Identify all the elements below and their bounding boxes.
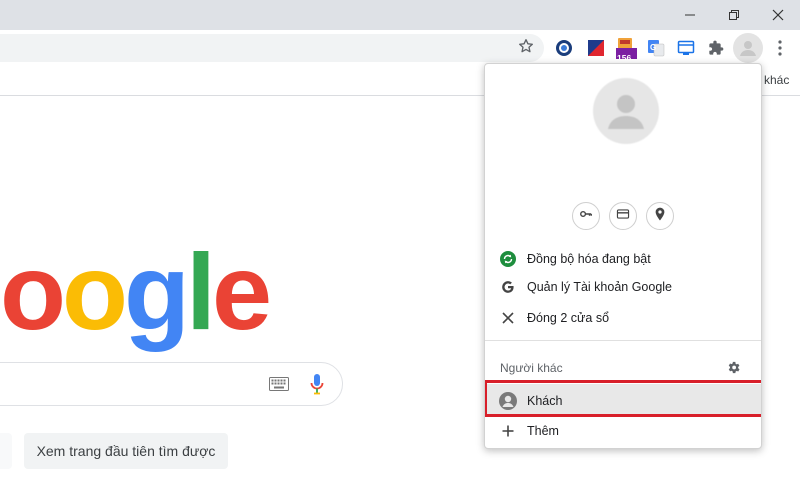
logo-letter: o [61,231,128,352]
kebab-menu-icon[interactable] [768,36,792,60]
restore-icon[interactable] [712,0,756,30]
address-bar[interactable] [0,34,544,62]
guest-avatar-icon [499,391,517,410]
addresses-button[interactable] [646,202,674,230]
profile-avatar-button[interactable] [733,33,763,63]
extension-monitor-icon[interactable] [674,36,698,60]
add-profile-label: Thêm [527,424,559,438]
other-people-heading: Người khác [500,361,563,375]
profile-avatar [593,78,659,144]
google-logo: oogle [0,231,272,352]
passwords-button[interactable] [572,202,600,230]
plus-icon [499,422,517,440]
search-input[interactable] [0,362,343,406]
extension-blue-circle-icon[interactable] [552,36,576,60]
gear-icon[interactable] [723,357,743,377]
close-windows-label: Đóng 2 cửa sổ [527,311,610,325]
other-bookmarks-link[interactable]: khác [764,73,789,87]
guest-label: Khách [527,393,563,408]
sync-status-item[interactable]: Đồng bộ hóa đang bật [485,244,761,274]
profile-menu: Đồng bộ hóa đang bật Quản lý Tài khoản G… [484,63,762,449]
close-icon [499,309,517,327]
close-windows-item[interactable]: Đóng 2 cửa sổ [485,303,761,333]
extension-badge-icon[interactable]: 156 [614,36,638,63]
guest-profile-item[interactable]: Khách [485,384,761,417]
puzzle-icon[interactable] [704,36,728,60]
google-g-icon [499,278,517,296]
title-bar [0,0,800,30]
logo-letter: e [211,231,272,352]
extension-badge-count: 156 [617,53,632,63]
logo-letter: l [185,231,216,352]
manage-google-account-label: Quản lý Tài khoản Google [527,280,673,294]
payment-methods-button[interactable] [609,202,637,230]
minimize-icon[interactable] [668,0,712,30]
divider [485,340,761,341]
keyboard-icon[interactable] [267,373,291,395]
svg-text:G: G [650,43,656,52]
close-icon[interactable] [756,0,800,30]
browser-window: 156 G khác oogle Xem trang đầu tiên tìm … [0,0,800,480]
add-profile-item[interactable]: Thêm [485,416,761,446]
logo-letter: o [0,231,66,352]
logo-letter: g [123,231,190,352]
microphone-icon[interactable] [305,372,329,396]
sync-status-label: Đồng bộ hóa đang bật [527,252,651,266]
manage-google-account-item[interactable]: Quản lý Tài khoản Google [485,272,761,302]
bookmark-star-icon[interactable] [514,34,538,58]
feeling-lucky-button[interactable]: Xem trang đầu tiên tìm được [24,433,228,469]
extension-red-flag-icon[interactable] [584,36,608,60]
sync-icon [499,250,517,268]
google-translate-icon[interactable]: G [644,36,668,60]
key-icon [579,207,593,226]
credit-card-icon [616,207,630,226]
search-button[interactable] [0,433,12,469]
toolbar: 156 G [0,30,800,66]
location-pin-icon [654,207,666,226]
